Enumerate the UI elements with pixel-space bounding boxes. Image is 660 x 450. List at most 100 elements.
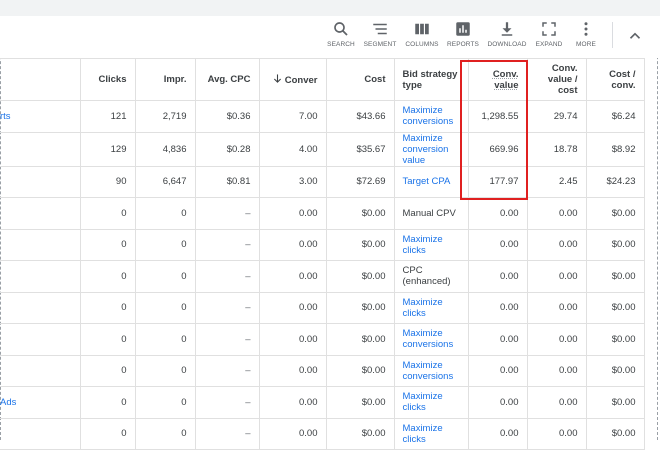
impr-cell: 0 xyxy=(135,418,196,450)
campaign-name-cell[interactable] xyxy=(0,418,81,450)
conv-value-cost-cell-text: 0.00 xyxy=(559,270,578,282)
search-tool[interactable]: SEARCH xyxy=(320,20,362,48)
bid-strategy-cell: CPC (enhanced) xyxy=(394,260,469,293)
bid-strategy-cell-text[interactable]: Maximize conversions xyxy=(403,360,454,382)
bid-strategy-cell-text[interactable]: Maximize conversions xyxy=(403,328,454,350)
campaign-name-cell-text[interactable]: rts xyxy=(0,111,11,122)
conv-value-cost-cell-text: 0.00 xyxy=(559,333,578,345)
col-header-name[interactable] xyxy=(0,58,81,101)
columns-label: COLUMNS xyxy=(405,41,439,48)
campaign-name-cell[interactable] xyxy=(0,197,81,230)
avg-cpc-cell: – xyxy=(195,323,260,356)
bid-strategy-cell[interactable]: Maximize clicks xyxy=(394,229,469,261)
col-header-bid-strategy[interactable]: Bid strategy type xyxy=(394,58,469,101)
col-header-conv-value-cost[interactable]: Conv. value / cost xyxy=(527,58,587,101)
more-tool[interactable]: MORE xyxy=(565,20,607,48)
segment-tool[interactable]: SEGMENT xyxy=(359,20,401,48)
cost-cell: $0.00 xyxy=(326,229,395,261)
col-header-conv-value[interactable]: Conv. value xyxy=(468,58,528,101)
campaign-name-cell[interactable] xyxy=(0,229,81,261)
clicks-cell: 121 xyxy=(80,100,136,133)
bid-strategy-cell[interactable]: Maximize conversions xyxy=(394,100,469,133)
conv-value-cell: 177.97 xyxy=(468,166,528,198)
avg-cpc-cell-text: $0.81 xyxy=(226,176,251,188)
bid-strategy-cell-text[interactable]: Maximize clicks xyxy=(403,234,443,256)
clicks-cell-text: 121 xyxy=(110,110,127,122)
col-header-impr[interactable]: Impr. xyxy=(135,58,196,101)
clicks-cell: 0 xyxy=(80,292,136,324)
expand-tool[interactable]: EXPAND xyxy=(528,20,570,48)
campaign-name-cell[interactable] xyxy=(0,323,81,356)
conv-value-cost-cell: 0.00 xyxy=(527,418,587,450)
impr-cell: 6,647 xyxy=(135,166,196,198)
col-header-cost[interactable]: Cost xyxy=(326,58,395,101)
bid-strategy-cell[interactable]: Maximize conversion value xyxy=(394,132,469,167)
conv-value-cell: 1,298.55 xyxy=(468,100,528,133)
cost-conv-cell-text: $24.23 xyxy=(606,176,636,188)
bid-strategy-cell[interactable]: Maximize clicks xyxy=(394,386,469,419)
conv-value-cell-text: 1,298.55 xyxy=(481,110,519,122)
cost-cell: $0.00 xyxy=(326,197,395,230)
impr-cell-text: 4,836 xyxy=(162,143,187,155)
campaign-name-cell[interactable] xyxy=(0,132,81,167)
bid-strategy-cell[interactable]: Maximize clicks xyxy=(394,292,469,324)
toolbar-divider xyxy=(612,22,613,48)
bid-strategy-cell-text[interactable]: Maximize conversions xyxy=(403,105,454,127)
download-tool[interactable]: DOWNLOAD xyxy=(486,20,528,48)
bid-strategy-cell-text[interactable]: Maximize clicks xyxy=(403,391,443,413)
bid-strategy-cell[interactable]: Target CPA xyxy=(394,166,469,198)
conv-value-cost-cell-text: 2.45 xyxy=(559,176,578,188)
col-header-conversions-label: Conver xyxy=(284,74,318,86)
bid-strategy-cell-text[interactable]: Maximize clicks xyxy=(403,297,443,319)
reports-label: REPORTS xyxy=(446,41,479,48)
conv-value-cell-text: 0.00 xyxy=(500,428,519,440)
columns-icon xyxy=(415,23,429,35)
bid-strategy-cell-text[interactable]: Maximize conversion value xyxy=(403,133,449,166)
bid-strategy-cell[interactable]: Maximize conversions xyxy=(394,323,469,356)
cost-conv-cell-text: $0.00 xyxy=(611,302,636,314)
cost-conv-cell: $0.00 xyxy=(586,197,645,230)
avg-cpc-cell-text: – xyxy=(245,302,251,314)
campaign-name-cell[interactable] xyxy=(0,355,81,387)
clicks-cell-text: 0 xyxy=(121,333,127,345)
clicks-cell: 0 xyxy=(80,355,136,387)
table-row: 129 4,836 $0.28 4.00 $35.67 Maximize conversi… xyxy=(0,132,645,167)
campaign-name-cell[interactable] xyxy=(0,166,81,198)
col-header-clicks[interactable]: Clicks xyxy=(80,58,136,101)
clicks-cell-text: 0 xyxy=(121,365,127,377)
col-header-cost-conv[interactable]: Cost / conv. xyxy=(586,58,645,101)
campaign-name-cell[interactable] xyxy=(0,260,81,293)
cost-cell: $0.00 xyxy=(326,323,395,356)
bid-strategy-cell[interactable]: Maximize clicks xyxy=(394,418,469,450)
sort-down-arrow-icon xyxy=(273,73,282,86)
cost-cell: $43.66 xyxy=(326,100,395,133)
bid-strategy-cell[interactable]: Maximize conversions xyxy=(394,355,469,387)
cost-conv-cell: $0.00 xyxy=(586,292,645,324)
table-row: 90 6,647 $0.81 3.00 $72.69 Target CPA 177.97 2.… xyxy=(0,166,645,198)
campaign-name-cell[interactable]: Ads xyxy=(0,386,81,419)
download-label: DOWNLOAD xyxy=(487,41,527,48)
collapse-button[interactable] xyxy=(626,27,644,45)
conversions-cell-text: 4.00 xyxy=(299,143,318,155)
conv-value-cost-cell: 18.78 xyxy=(527,132,587,167)
reports-tool[interactable]: REPORTS xyxy=(442,20,484,48)
cost-cell-text: $72.69 xyxy=(356,176,386,188)
bid-strategy-cell-text[interactable]: Maximize clicks xyxy=(403,423,443,445)
col-header-conversions[interactable]: Conver xyxy=(259,58,327,101)
col-header-avg-cpc[interactable]: Avg. CPC xyxy=(195,58,260,101)
impr-cell: 0 xyxy=(135,323,196,356)
table-row: 0 0 – 0.00 $0.00 Maximize clicks 0.00 0.00 $0.00 xyxy=(0,292,645,324)
clicks-cell-text: 0 xyxy=(121,428,127,440)
columns-tool[interactable]: COLUMNS xyxy=(401,20,443,48)
avg-cpc-cell-text: – xyxy=(245,239,251,251)
campaign-name-cell-text[interactable]: Ads xyxy=(0,397,16,408)
campaign-name-cell[interactable] xyxy=(0,292,81,324)
bid-strategy-cell-text[interactable]: Target CPA xyxy=(403,176,451,187)
cost-conv-cell-text: $6.24 xyxy=(611,110,636,122)
reports-icon xyxy=(456,22,470,36)
table-row: 0 0 – 0.00 $0.00 CPC (enhanced) 0.00 0.00 $0.00 xyxy=(0,260,645,293)
campaign-name-cell[interactable]: rts xyxy=(0,100,81,133)
cost-conv-cell-text: $0.00 xyxy=(611,396,636,408)
conv-value-cell-text: 0.00 xyxy=(500,333,519,345)
conversions-cell: 0.00 xyxy=(259,260,327,293)
